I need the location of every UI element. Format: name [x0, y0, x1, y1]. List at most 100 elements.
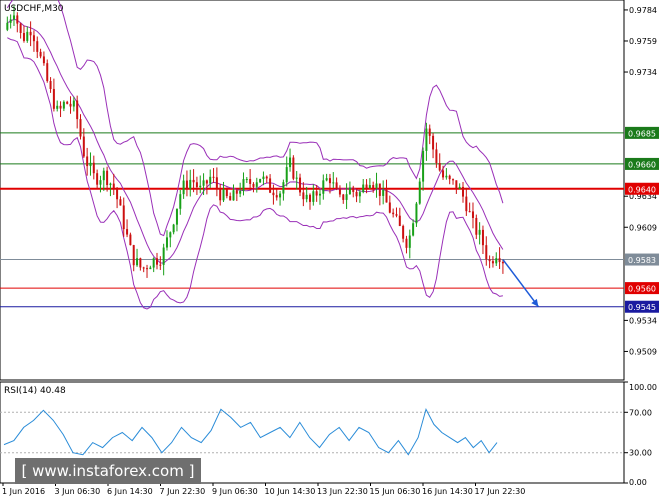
y-tick-label-2: 0.9734 — [629, 68, 657, 77]
candle-body-15 — [56, 105, 59, 109]
candle-body-96 — [325, 178, 328, 181]
candle-body-64 — [219, 188, 222, 201]
candle-body-128 — [432, 135, 435, 150]
candle-body-55 — [189, 179, 192, 189]
candle-body-116 — [392, 212, 395, 215]
candle-body-137 — [462, 186, 465, 197]
candle-body-9 — [36, 41, 39, 52]
x-tick-label-6: 13 Jun 22:30 — [317, 487, 368, 496]
chart-title: USDCHF,M30 — [4, 4, 64, 14]
candle-body-92 — [312, 191, 315, 202]
candle-body-58 — [199, 185, 202, 188]
y-tick-label-6: 0.9509 — [629, 347, 657, 356]
candle-body-81 — [275, 195, 278, 198]
candle-body-37 — [129, 234, 132, 246]
candle-body-19 — [69, 103, 72, 107]
x-tick-label-3: 7 Jun 22:30 — [160, 487, 206, 496]
candle-body-56 — [192, 179, 195, 183]
candle-body-103 — [348, 187, 351, 195]
candle-body-74 — [252, 183, 255, 187]
time-axis: 1 Jun 2016 3 Jun 06:30 6 Jun 14:30 7 Jun 22… — [2, 483, 525, 496]
y-tick-label-0: 0.9784 — [629, 6, 657, 15]
candle-body-101 — [342, 194, 345, 200]
candle-body-93 — [315, 191, 318, 196]
x-tick-label-4: 9 Jun 06:30 — [212, 487, 258, 496]
candle-body-62 — [212, 176, 215, 178]
watermark: [ www.instaforex.com ] — [15, 458, 201, 484]
candle-body-117 — [395, 214, 398, 216]
candle-body-124 — [418, 181, 421, 204]
candle-body-105 — [355, 191, 358, 197]
candle-body-147 — [495, 258, 498, 264]
level-label-4: 0.9560 — [628, 285, 656, 294]
candle-body-66 — [225, 189, 228, 197]
candle-body-21 — [76, 100, 79, 120]
candle-body-52 — [179, 194, 182, 209]
candle-body-140 — [471, 211, 474, 218]
candle-body-83 — [282, 182, 285, 194]
candle-body-102 — [345, 194, 348, 200]
candle-body-144 — [485, 245, 488, 260]
candle-body-120 — [405, 238, 408, 248]
candle-body-6 — [26, 31, 29, 41]
candle-body-3 — [16, 15, 19, 24]
candle-body-135 — [455, 180, 458, 189]
candle-body-41 — [142, 267, 145, 269]
candle-body-4 — [19, 23, 22, 33]
candle-body-97 — [328, 178, 331, 184]
candle-body-98 — [332, 182, 335, 184]
candle-body-148 — [498, 258, 501, 263]
candle-body-12 — [46, 63, 49, 82]
candle-body-90 — [305, 194, 308, 200]
x-tick-label-2: 6 Jun 14:30 — [107, 487, 153, 496]
candle-body-31 — [109, 183, 112, 186]
y-tick-label-1: 0.9759 — [629, 37, 657, 46]
candle-body-131 — [442, 170, 445, 178]
rsi-tick-label-2: 30.00 — [629, 449, 652, 458]
candle-body-48 — [165, 237, 168, 248]
candle-body-45 — [156, 258, 159, 265]
candle-body-113 — [382, 189, 385, 196]
candle-body-89 — [302, 192, 305, 200]
x-tick-label-5: 10 Jun 14:30 — [265, 487, 316, 496]
candle-body-1 — [9, 19, 12, 23]
candle-body-11 — [42, 56, 45, 64]
candle-body-20 — [72, 100, 75, 107]
candle-body-43 — [149, 267, 152, 270]
candle-body-136 — [458, 186, 461, 189]
candle-body-32 — [112, 183, 115, 189]
candle-body-141 — [475, 217, 478, 235]
level-label-2: 0.9640 — [628, 185, 656, 194]
candle-body-149 — [501, 262, 504, 264]
candle-body-22 — [79, 119, 82, 137]
candle-body-57 — [195, 182, 198, 188]
chart-window: 0.9784 0.9759 0.9734 0.9634 0.9609 0.9534 0.95… — [0, 0, 664, 498]
candle-body-87 — [295, 177, 298, 179]
candle-body-118 — [398, 215, 401, 226]
candle-body-84 — [285, 167, 288, 183]
x-tick-label-0: 1 Jun 2016 — [2, 487, 45, 496]
candle-body-67 — [229, 196, 232, 201]
candle-body-42 — [146, 268, 149, 270]
candle-body-78 — [265, 176, 268, 179]
y-tick-label-4: 0.9609 — [629, 223, 657, 232]
watermark-text: [ www.instaforex.com ] — [22, 462, 195, 480]
candle-body-111 — [375, 183, 378, 188]
candle-body-139 — [468, 211, 471, 213]
candle-body-59 — [202, 180, 205, 186]
candle-body-10 — [39, 51, 42, 57]
x-tick-label-7: 15 Jun 06:30 — [370, 487, 421, 496]
candle-body-88 — [299, 177, 302, 193]
candle-body-17 — [62, 101, 65, 109]
candle-body-100 — [338, 189, 341, 195]
y-tick-label-5: 0.9534 — [629, 316, 657, 325]
candle-body-94 — [318, 193, 321, 196]
candle-body-28 — [99, 180, 102, 185]
candle-body-50 — [172, 224, 175, 233]
candle-body-29 — [102, 170, 105, 181]
candle-body-107 — [362, 184, 365, 193]
candle-body-85 — [289, 157, 292, 168]
candle-body-142 — [478, 229, 481, 235]
candle-body-146 — [491, 261, 494, 264]
candle-body-27 — [96, 173, 99, 185]
